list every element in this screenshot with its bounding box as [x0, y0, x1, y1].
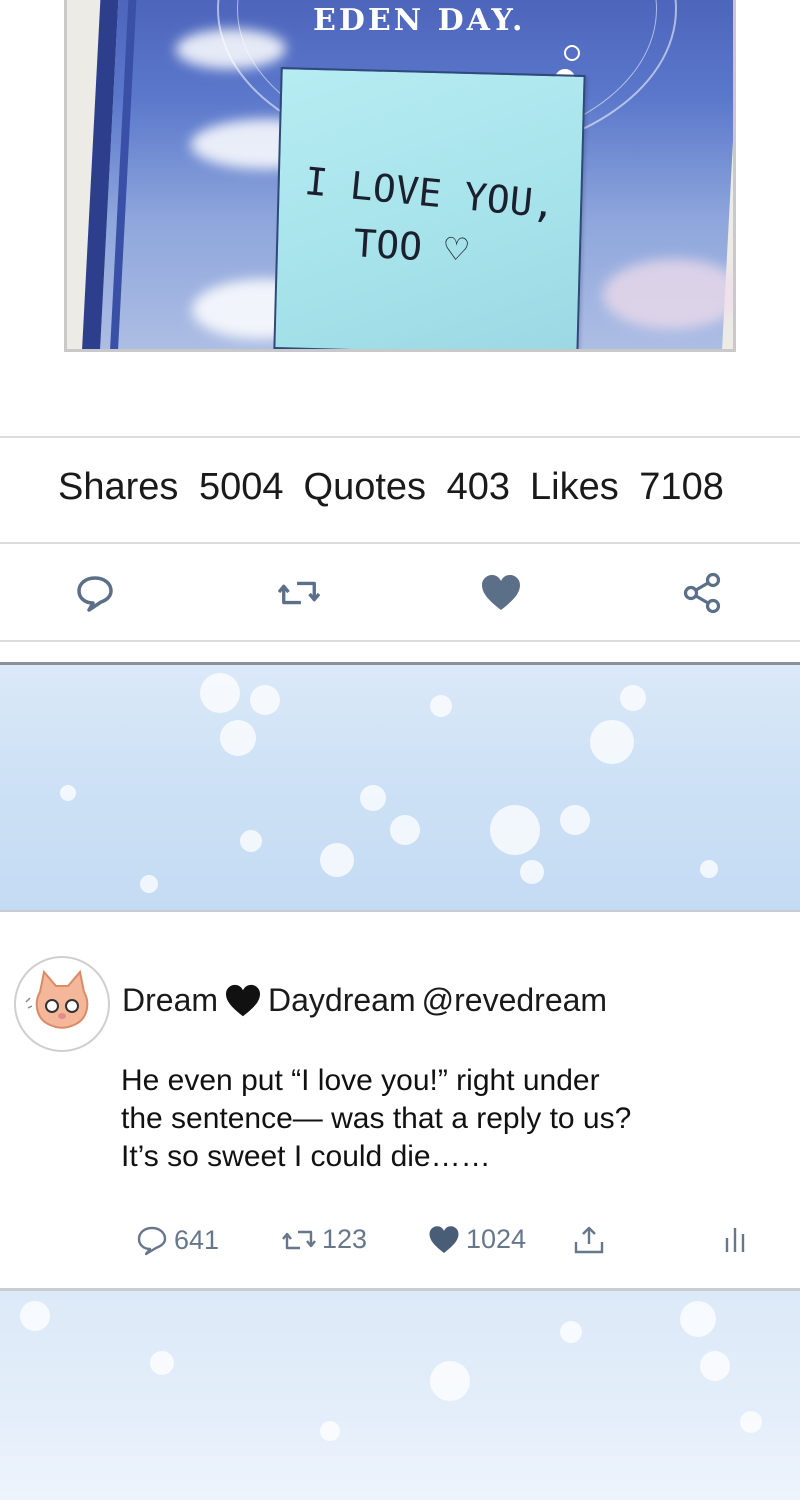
retweet-count: 123	[322, 1224, 368, 1254]
quotes-count: 403	[446, 466, 511, 508]
heart-icon	[482, 575, 520, 610]
analytics-icon	[725, 1228, 745, 1252]
likes-count: 7108	[639, 466, 724, 508]
reply-count: 641	[174, 1224, 220, 1255]
like-count: 1024	[466, 1224, 527, 1254]
sticky-note-line2: TOO ♡	[352, 221, 470, 272]
comment-button[interactable]	[74, 572, 116, 614]
reply-icon	[137, 1226, 167, 1256]
like-button[interactable]	[480, 572, 522, 614]
like-button[interactable]: 1024	[428, 1224, 526, 1255]
shares-count: 5004	[198, 466, 284, 508]
analytics-button[interactable]	[722, 1224, 748, 1254]
book-title: EDEN DAY.	[313, 3, 526, 38]
sky-background-panel	[0, 1288, 800, 1500]
upload-share-icon	[574, 1226, 604, 1254]
retweet-icon	[282, 1230, 316, 1249]
tweet-text-line: He even put “I love you!” right under	[121, 1064, 600, 1097]
retweet-icon	[278, 581, 320, 605]
divider	[0, 640, 800, 642]
likes-label: Likes	[530, 466, 619, 508]
tweet-text-line: It’s so sweet I could die……	[121, 1140, 491, 1173]
share-button[interactable]	[682, 572, 724, 614]
cat-avatar-icon	[25, 969, 89, 1029]
tweet-author[interactable]: Dream Daydream @revedream	[122, 982, 607, 1019]
share-icon	[683, 572, 721, 614]
divider	[0, 436, 800, 438]
shares-label: Shares	[58, 466, 179, 508]
black-heart-icon	[226, 984, 261, 1016]
avatar[interactable]	[14, 956, 110, 1052]
divider	[0, 542, 800, 544]
sticky-note: I LOVE YOU, TOO ♡	[273, 67, 586, 349]
display-name-part2: Daydream	[268, 982, 416, 1018]
tweet-text-line: the sentence— was that a reply to us?	[121, 1102, 632, 1135]
shares-stat[interactable]: Shares 5004	[58, 466, 294, 508]
post-action-bar	[0, 548, 800, 640]
retweet-button[interactable]: 123	[282, 1224, 367, 1255]
tweet-action-bar: 641 123 1024	[0, 1224, 800, 1268]
likes-stat[interactable]: Likes 7108	[530, 466, 734, 508]
artwork-panel: EDEN DAY. I LOVE YOU, TOO ♡	[0, 0, 800, 430]
retweet-button[interactable]	[278, 572, 320, 614]
comment-icon	[77, 576, 113, 612]
quotes-label: Quotes	[303, 466, 427, 508]
display-name-part1: Dream	[122, 982, 219, 1018]
tweet-text: He even put “I love you!” right under th…	[121, 1062, 741, 1176]
tweet-card: Dream Daydream @revedream He even put “I…	[0, 914, 800, 1288]
post-stats: Shares 5004 Quotes 403 Likes 7108	[58, 466, 744, 509]
share-button[interactable]	[572, 1224, 606, 1256]
heart-icon	[429, 1225, 459, 1253]
artwork-image: EDEN DAY. I LOVE YOU, TOO ♡	[64, 0, 736, 352]
sky-background-panel	[0, 662, 800, 912]
quotes-stat[interactable]: Quotes 403	[304, 466, 521, 508]
user-handle: @revedream	[421, 982, 608, 1018]
reply-button[interactable]: 641	[136, 1224, 219, 1256]
